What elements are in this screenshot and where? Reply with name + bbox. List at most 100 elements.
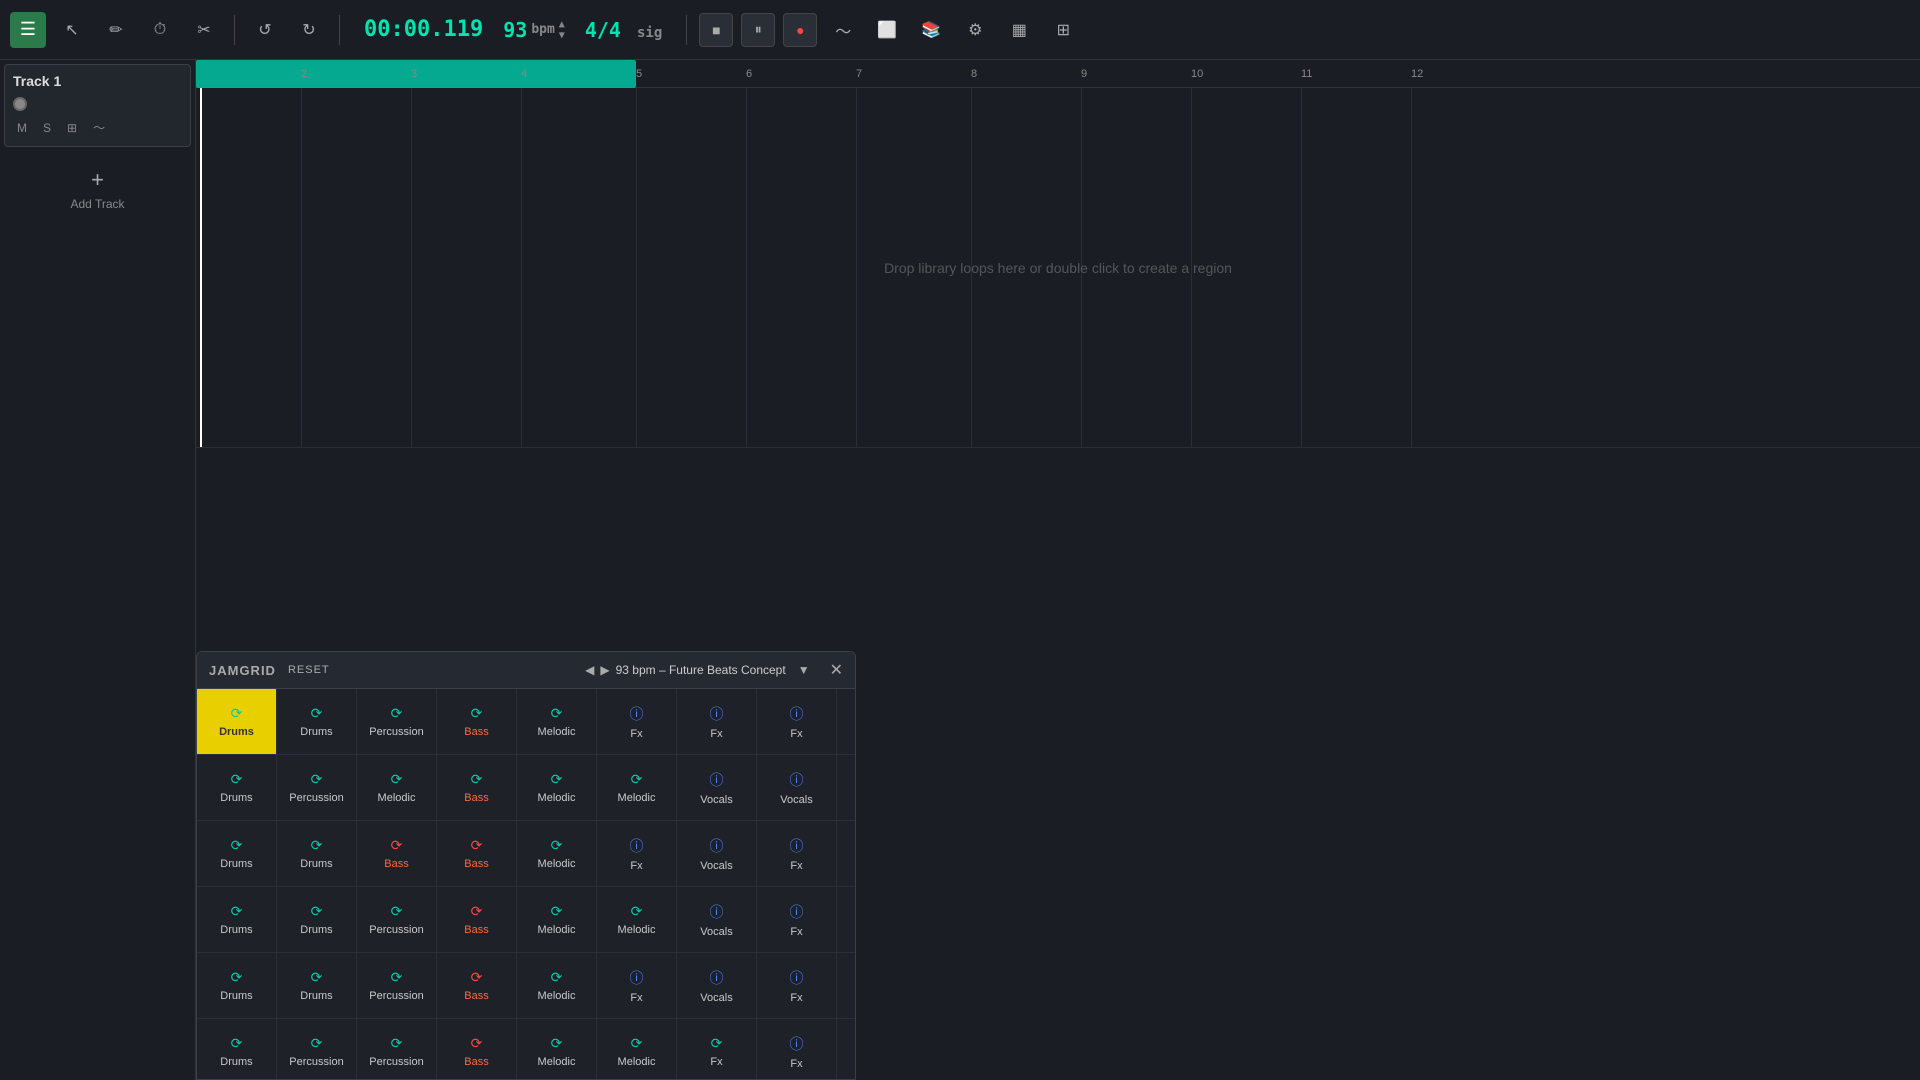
cell-label-0-1: Drums [300,726,332,738]
cell-label-1-1: Percussion [289,792,343,804]
jamgrid-cell-1-5[interactable]: ⟳Melodic [597,755,677,820]
jamgrid-cell-5-2[interactable]: ⟳Percussion [357,1019,437,1079]
jamgrid-cell-5-4[interactable]: ⟳Melodic [517,1019,597,1079]
sig-value: 4/4 [585,18,621,42]
jamgrid-cell-1-1[interactable]: ⟳Percussion [277,755,357,820]
stop-button[interactable]: ■ [699,13,733,47]
cell-label-0-2: Percussion [369,726,423,738]
scissors-tool[interactable]: ✂ [186,12,222,48]
cell-label-3-4: Melodic [538,924,576,936]
grid-view-button[interactable]: ⊞ [63,119,81,137]
waveform-btn[interactable]: 〜 [825,12,861,48]
jamgrid-cell-2-7[interactable]: ⓘFx [757,821,837,886]
cell-icon-2-0: ⟳ [231,837,243,854]
bpm-arrows[interactable]: ▲▼ [559,19,565,41]
track-1-lane[interactable]: Drop library loops here or double click … [196,88,1920,448]
cell-icon-3-1: ⟳ [311,903,323,920]
loop-btn[interactable]: ⬜ [869,12,905,48]
jamgrid-cell-1-7[interactable]: ⓘVocals [757,755,837,820]
select-tool[interactable]: ↖ [54,12,90,48]
ruler: 2 3 4 5 6 7 8 9 10 11 12 [196,60,1920,88]
settings-btn[interactable]: ⚙ [957,12,993,48]
cell-label-3-7: Fx [790,926,802,938]
jamgrid-cell-1-2[interactable]: ⟳Melodic [357,755,437,820]
preset-dropdown[interactable]: ▼ [798,663,810,677]
jamgrid-cell-4-7[interactable]: ⓘFx [757,953,837,1018]
jamgrid-cell-3-2[interactable]: ⟳Percussion [357,887,437,952]
cell-icon-4-0: ⟳ [231,969,243,986]
jamgrid-cell-4-0[interactable]: ⟳Drums [197,953,277,1018]
redo-button[interactable]: ↻ [291,12,327,48]
close-jamgrid[interactable]: ✕ [830,660,843,680]
jamgrid-cell-2-3[interactable]: ⟳Bass [437,821,517,886]
jamgrid-cell-0-6[interactable]: ⓘFx [677,689,757,754]
library-btn[interactable]: 📚 [913,12,949,48]
jamgrid-cell-3-6[interactable]: ⓘVocals [677,887,757,952]
automation-button[interactable]: 〜 [89,117,109,138]
track-controls: M S ⊞ 〜 [13,117,182,138]
jamgrid-cell-3-1[interactable]: ⟳Drums [277,887,357,952]
cell-icon-4-1: ⟳ [311,969,323,986]
jamgrid-cell-4-1[interactable]: ⟳Drums [277,953,357,1018]
preset-prev[interactable]: ◀ [585,663,594,677]
jamgrid-cell-1-3[interactable]: ⟳Bass [437,755,517,820]
jamgrid-cell-1-4[interactable]: ⟳Melodic [517,755,597,820]
jamgrid-cell-3-5[interactable]: ⟳Melodic [597,887,677,952]
cell-icon-0-4: ⟳ [551,705,563,722]
jamgrid-cell-0-3[interactable]: ⟳Bass [437,689,517,754]
jamgrid-cell-0-2[interactable]: ⟳ Percussion [357,689,437,754]
jamgrid-cell-1-6[interactable]: ⓘVocals [677,755,757,820]
track-1-name: Track 1 [13,73,182,89]
jamgrid-cell-5-6[interactable]: ⟳Fx [677,1019,757,1079]
jamgrid-row-5: ⟳Drums⟳Percussion⟳Percussion⟳Bass⟳Melodi… [197,1019,855,1079]
jamgrid-cell-2-4[interactable]: ⟳Melodic [517,821,597,886]
solo-button[interactable]: S [39,119,55,137]
pause-button[interactable]: ⏸ [741,13,775,47]
jamgrid-cell-5-1[interactable]: ⟳Percussion [277,1019,357,1079]
cell-icon-0-2: ⟳ [391,705,403,722]
jamgrid-cell-0-0[interactable]: ⟳Drums [197,689,277,754]
jamgrid-cell-3-7[interactable]: ⓘFx [757,887,837,952]
jamgrid-cell-5-3[interactable]: ⟳Bass [437,1019,517,1079]
jamgrid-cell-4-4[interactable]: ⟳Melodic [517,953,597,1018]
jamgrid-cell-5-0[interactable]: ⟳Drums [197,1019,277,1079]
jamgrid-cell-4-2[interactable]: ⟳Percussion [357,953,437,1018]
cell-icon-2-4: ⟳ [551,837,563,854]
jamgrid-cell-4-5[interactable]: ⓘFx [597,953,677,1018]
cell-label-0-7: Fx [790,728,802,740]
undo-button[interactable]: ↺ [247,12,283,48]
cell-icon-3-3: ⟳ [471,903,483,920]
mute-button[interactable]: M [13,119,31,137]
jamgrid-cell-1-0[interactable]: ⟳Drums [197,755,277,820]
jamgrid-cell-2-2[interactable]: ⟳Bass [357,821,437,886]
jamgrid-cell-0-5[interactable]: ⓘFx [597,689,677,754]
grid-btn[interactable]: ⊞ [1045,12,1081,48]
timer-tool[interactable]: ⏱ [142,12,178,48]
cell-label-2-1: Drums [300,858,332,870]
jamgrid-cell-0-4[interactable]: ⟳Melodic [517,689,597,754]
preset-name: 93 bpm – Future Beats Concept [616,663,786,677]
jamgrid-cell-5-5[interactable]: ⟳Melodic [597,1019,677,1079]
reset-button[interactable]: RESET [288,664,330,676]
mixer-btn[interactable]: ▦ [1001,12,1037,48]
jamgrid-cell-5-7[interactable]: ⓘFx [757,1019,837,1079]
jamgrid-cell-2-5[interactable]: ⓘFx [597,821,677,886]
cell-label-3-5: Melodic [618,924,656,936]
jamgrid-cell-3-0[interactable]: ⟳Drums [197,887,277,952]
jamgrid-cell-4-6[interactable]: ⓘVocals [677,953,757,1018]
jamgrid-cell-2-0[interactable]: ⟳Drums [197,821,277,886]
jamgrid-cell-0-1[interactable]: ⟳Drums [277,689,357,754]
pencil-tool[interactable]: ✏ [98,12,134,48]
cell-label-0-5: Fx [630,728,642,740]
jamgrid-cell-3-3[interactable]: ⟳Bass [437,887,517,952]
jamgrid-cell-2-6[interactable]: ⓘVocals [677,821,757,886]
jamgrid-cell-0-7[interactable]: ⓘFx [757,689,837,754]
add-track-button[interactable]: + Add Track [0,151,195,227]
jamgrid-cell-3-4[interactable]: ⟳Melodic [517,887,597,952]
preset-next[interactable]: ▶ [600,663,609,677]
jamgrid-cell-2-1[interactable]: ⟳Drums [277,821,357,886]
menu-button[interactable]: ☰ [10,12,46,48]
jamgrid-cell-4-3[interactable]: ⟳Bass [437,953,517,1018]
record-button[interactable]: ● [783,13,817,47]
volume-knob[interactable] [13,97,27,111]
